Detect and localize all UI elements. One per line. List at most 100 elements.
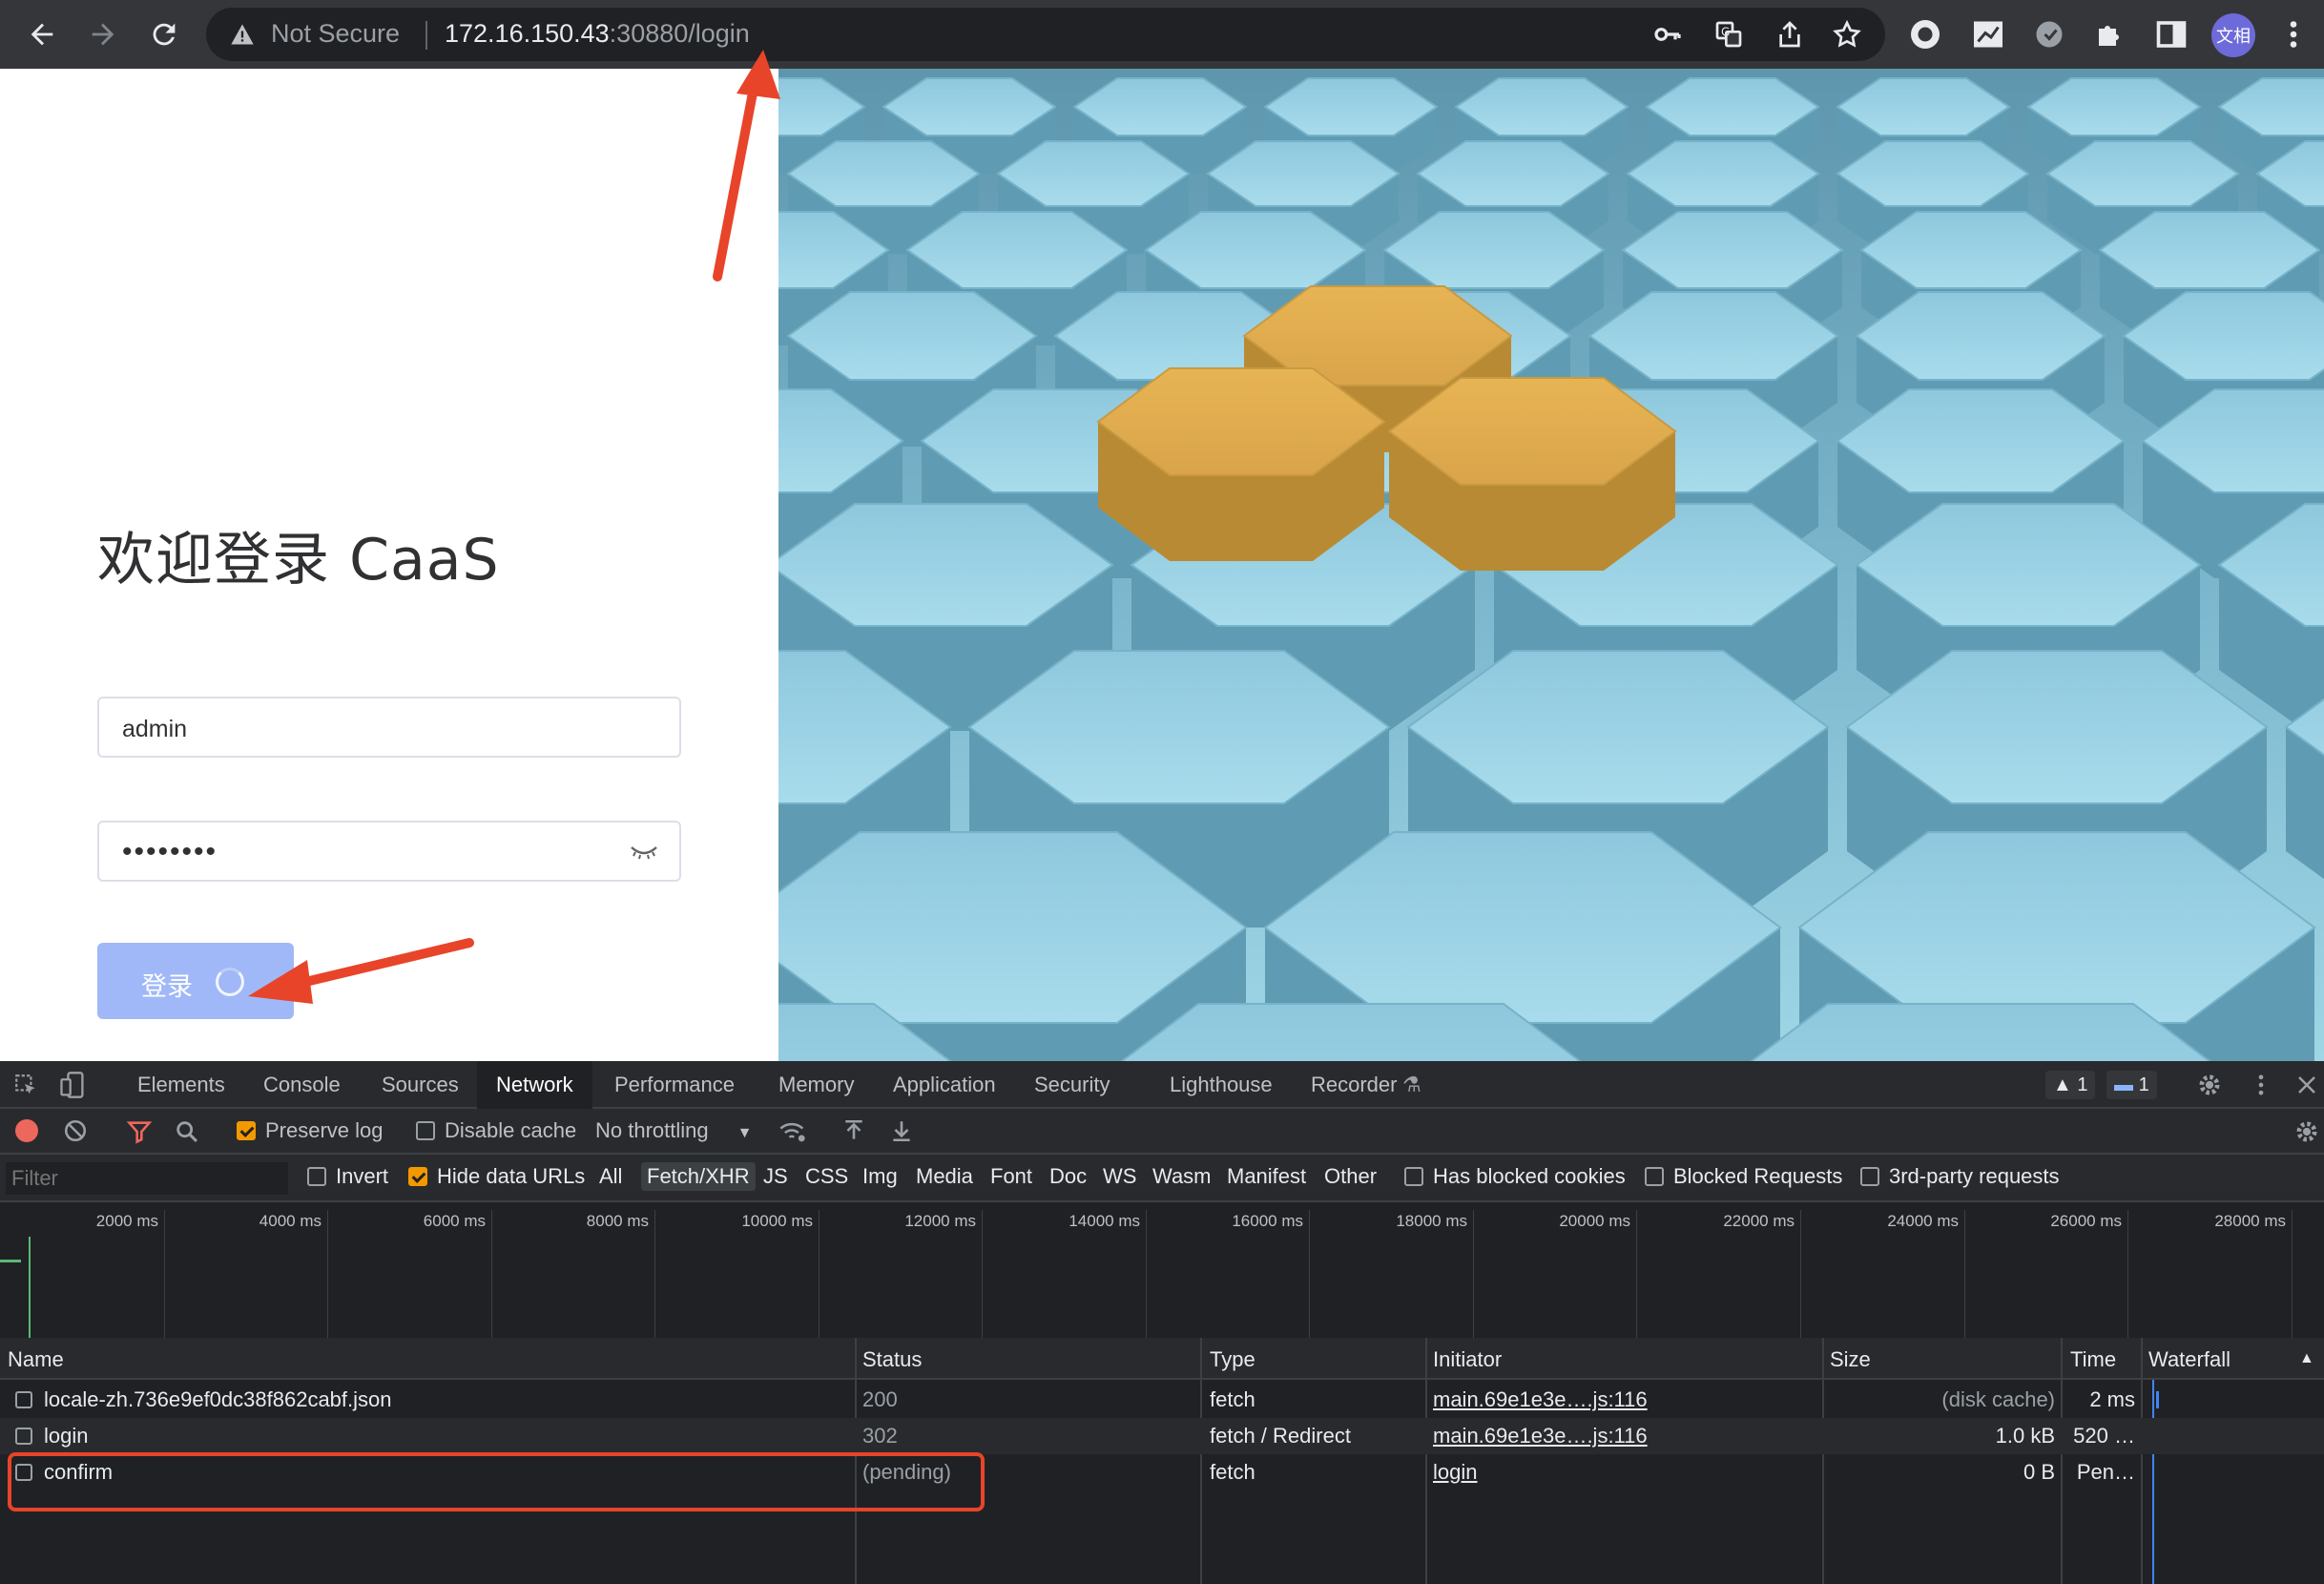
timeline-gridline xyxy=(1473,1210,1474,1344)
hexagon-tiles xyxy=(778,77,2324,1061)
type-filter-other[interactable]: Other xyxy=(1324,1164,1377,1189)
col-status[interactable]: Status xyxy=(862,1347,922,1372)
invert-label: Invert xyxy=(336,1164,389,1188)
warnings-badge[interactable]: ▲ 1 xyxy=(2045,1071,2096,1099)
share-icon[interactable] xyxy=(1774,19,1805,50)
timeline-tick-label: 26000 ms xyxy=(2050,1212,2122,1230)
type-filter-css[interactable]: CSS xyxy=(805,1164,848,1189)
request-initiator[interactable]: main.69e1e3e….js:116 xyxy=(1433,1424,1648,1449)
table-row[interactable]: confirm (pending) fetch login 0 B Pen… xyxy=(0,1454,2324,1490)
network-settings-gear-icon[interactable] xyxy=(2293,1118,2320,1145)
url-host: 172.16.150.43 xyxy=(445,19,610,48)
col-time[interactable]: Time xyxy=(2070,1347,2116,1372)
not-secure-label[interactable]: Not Secure xyxy=(271,19,400,49)
inspect-element-icon[interactable] xyxy=(13,1073,38,1097)
puzzle-icon[interactable] xyxy=(2093,17,2127,52)
devtools-tab-sources[interactable]: Sources xyxy=(363,1061,478,1109)
timeline-gridline xyxy=(491,1210,492,1344)
type-filter-wasm[interactable]: Wasm xyxy=(1152,1164,1212,1189)
devtools-tab-network[interactable]: Network xyxy=(477,1061,592,1109)
url-text[interactable]: 172.16.150.43:30880/login xyxy=(445,19,750,49)
side-panel-icon[interactable] xyxy=(2154,17,2189,52)
request-initiator[interactable]: login xyxy=(1433,1460,1477,1485)
devtools-tab-security[interactable]: Security xyxy=(1015,1061,1129,1109)
type-filter-fetch-xhr[interactable]: Fetch/XHR xyxy=(641,1162,756,1191)
back-button[interactable] xyxy=(17,10,67,59)
col-type[interactable]: Type xyxy=(1210,1347,1255,1372)
clear-log-icon[interactable] xyxy=(63,1118,88,1143)
type-filter-manifest[interactable]: Manifest xyxy=(1227,1164,1306,1189)
extension-chart-icon[interactable] xyxy=(1971,17,2005,52)
col-initiator[interactable]: Initiator xyxy=(1433,1347,1502,1372)
type-filter-ws[interactable]: WS xyxy=(1103,1164,1136,1189)
type-filter-doc[interactable]: Doc xyxy=(1049,1164,1087,1189)
profile-avatar[interactable]: 文相 xyxy=(2211,13,2255,57)
request-name: login xyxy=(44,1424,89,1448)
devtools-tab-memory[interactable]: Memory xyxy=(759,1061,873,1109)
record-icon[interactable] xyxy=(15,1119,38,1142)
row-checkbox[interactable] xyxy=(15,1391,32,1408)
eye-closed-icon[interactable] xyxy=(630,844,658,861)
type-filter-all[interactable]: All xyxy=(599,1164,622,1189)
password-input[interactable]: •••••••• xyxy=(97,821,681,882)
timeline-gridline xyxy=(1146,1210,1147,1344)
devtools-tab-application[interactable]: Application xyxy=(874,1061,1015,1109)
sort-ascending-icon[interactable]: ▲ xyxy=(2299,1350,2314,1367)
third-party-checkbox[interactable]: 3rd-party requests xyxy=(1860,1164,2060,1189)
extension-globe-icon[interactable] xyxy=(1908,17,1942,52)
devtools-tab-performance[interactable]: Performance xyxy=(595,1061,754,1109)
devtools-tab-lighthouse[interactable]: Lighthouse xyxy=(1151,1061,1292,1109)
hide-data-urls-checkbox[interactable]: Hide data URLs xyxy=(408,1164,585,1189)
has-blocked-cookies-checkbox[interactable]: Has blocked cookies xyxy=(1404,1164,1626,1189)
table-row[interactable]: login 302 fetch / Redirect main.69e1e3e….js… xyxy=(0,1418,2324,1454)
translate-icon[interactable]: G xyxy=(1713,19,1744,50)
invert-check xyxy=(307,1167,326,1186)
settings-gear-icon[interactable] xyxy=(2196,1072,2223,1098)
address-bar[interactable]: Not Secure 172.16.150.43:30880/login G xyxy=(206,8,1885,61)
blocked-requests-checkbox[interactable]: Blocked Requests xyxy=(1645,1164,1842,1189)
type-filter-font[interactable]: Font xyxy=(990,1164,1032,1189)
devtools-more-icon[interactable] xyxy=(2248,1072,2274,1098)
col-size[interactable]: Size xyxy=(1830,1347,1871,1372)
request-initiator[interactable]: main.69e1e3e….js:116 xyxy=(1433,1387,1648,1412)
extension-shield-icon[interactable] xyxy=(2032,17,2066,52)
username-input[interactable]: admin xyxy=(97,697,681,758)
col-name[interactable]: Name xyxy=(8,1347,64,1372)
col-waterfall[interactable]: Waterfall xyxy=(2148,1347,2231,1372)
export-har-icon[interactable] xyxy=(889,1118,914,1143)
bookmark-star-icon[interactable] xyxy=(1832,19,1862,50)
devtools-tab-bar: Elements Console Sources Network Performance… xyxy=(0,1061,2324,1109)
key-icon[interactable] xyxy=(1652,19,1683,50)
more-vert-icon[interactable] xyxy=(2276,17,2311,52)
timeline-gridline xyxy=(654,1210,655,1344)
filter-funnel-icon[interactable] xyxy=(126,1118,153,1145)
type-filter-img[interactable]: Img xyxy=(862,1164,898,1189)
messages-badge[interactable]: ▬ 1 xyxy=(2106,1071,2157,1099)
disable-cache-checkbox[interactable]: Disable cache xyxy=(416,1118,576,1143)
reload-button[interactable] xyxy=(139,10,189,59)
device-toolbar-icon[interactable] xyxy=(59,1071,86,1099)
type-filter-js[interactable]: JS xyxy=(763,1164,788,1189)
network-conditions-icon[interactable] xyxy=(778,1118,807,1145)
timeline-dom-marker xyxy=(29,1237,31,1340)
close-devtools-icon[interactable] xyxy=(2295,1073,2318,1096)
preserve-log-checkbox[interactable]: Preserve log xyxy=(237,1118,384,1143)
filter-input[interactable] xyxy=(6,1162,288,1195)
devtools-tab-console[interactable]: Console xyxy=(244,1061,360,1109)
devtools-tab-elements[interactable]: Elements xyxy=(118,1061,244,1109)
row-checkbox[interactable] xyxy=(15,1428,32,1445)
table-row[interactable]: locale-zh.736e9ef0dc38f862cabf.json 200 fe… xyxy=(0,1382,2324,1418)
invert-checkbox[interactable]: Invert xyxy=(307,1164,388,1189)
devtools-tab-recorder[interactable]: Recorder xyxy=(1292,1061,1416,1109)
forward-button[interactable] xyxy=(78,10,128,59)
request-name: locale-zh.736e9ef0dc38f862cabf.json xyxy=(44,1387,392,1411)
requests-table-header: Name Status Type Initiator Size Time Wat… xyxy=(0,1338,2324,1380)
search-icon[interactable] xyxy=(174,1118,200,1145)
timeline-tick-label: 14000 ms xyxy=(1069,1212,1140,1230)
has-blocked-cookies-check xyxy=(1404,1167,1423,1186)
throttling-select[interactable]: No throttling ▼ xyxy=(595,1118,752,1143)
row-checkbox[interactable] xyxy=(15,1464,32,1481)
import-har-icon[interactable] xyxy=(841,1118,866,1143)
type-filter-media[interactable]: Media xyxy=(916,1164,973,1189)
login-button[interactable]: 登录 xyxy=(97,943,294,1019)
